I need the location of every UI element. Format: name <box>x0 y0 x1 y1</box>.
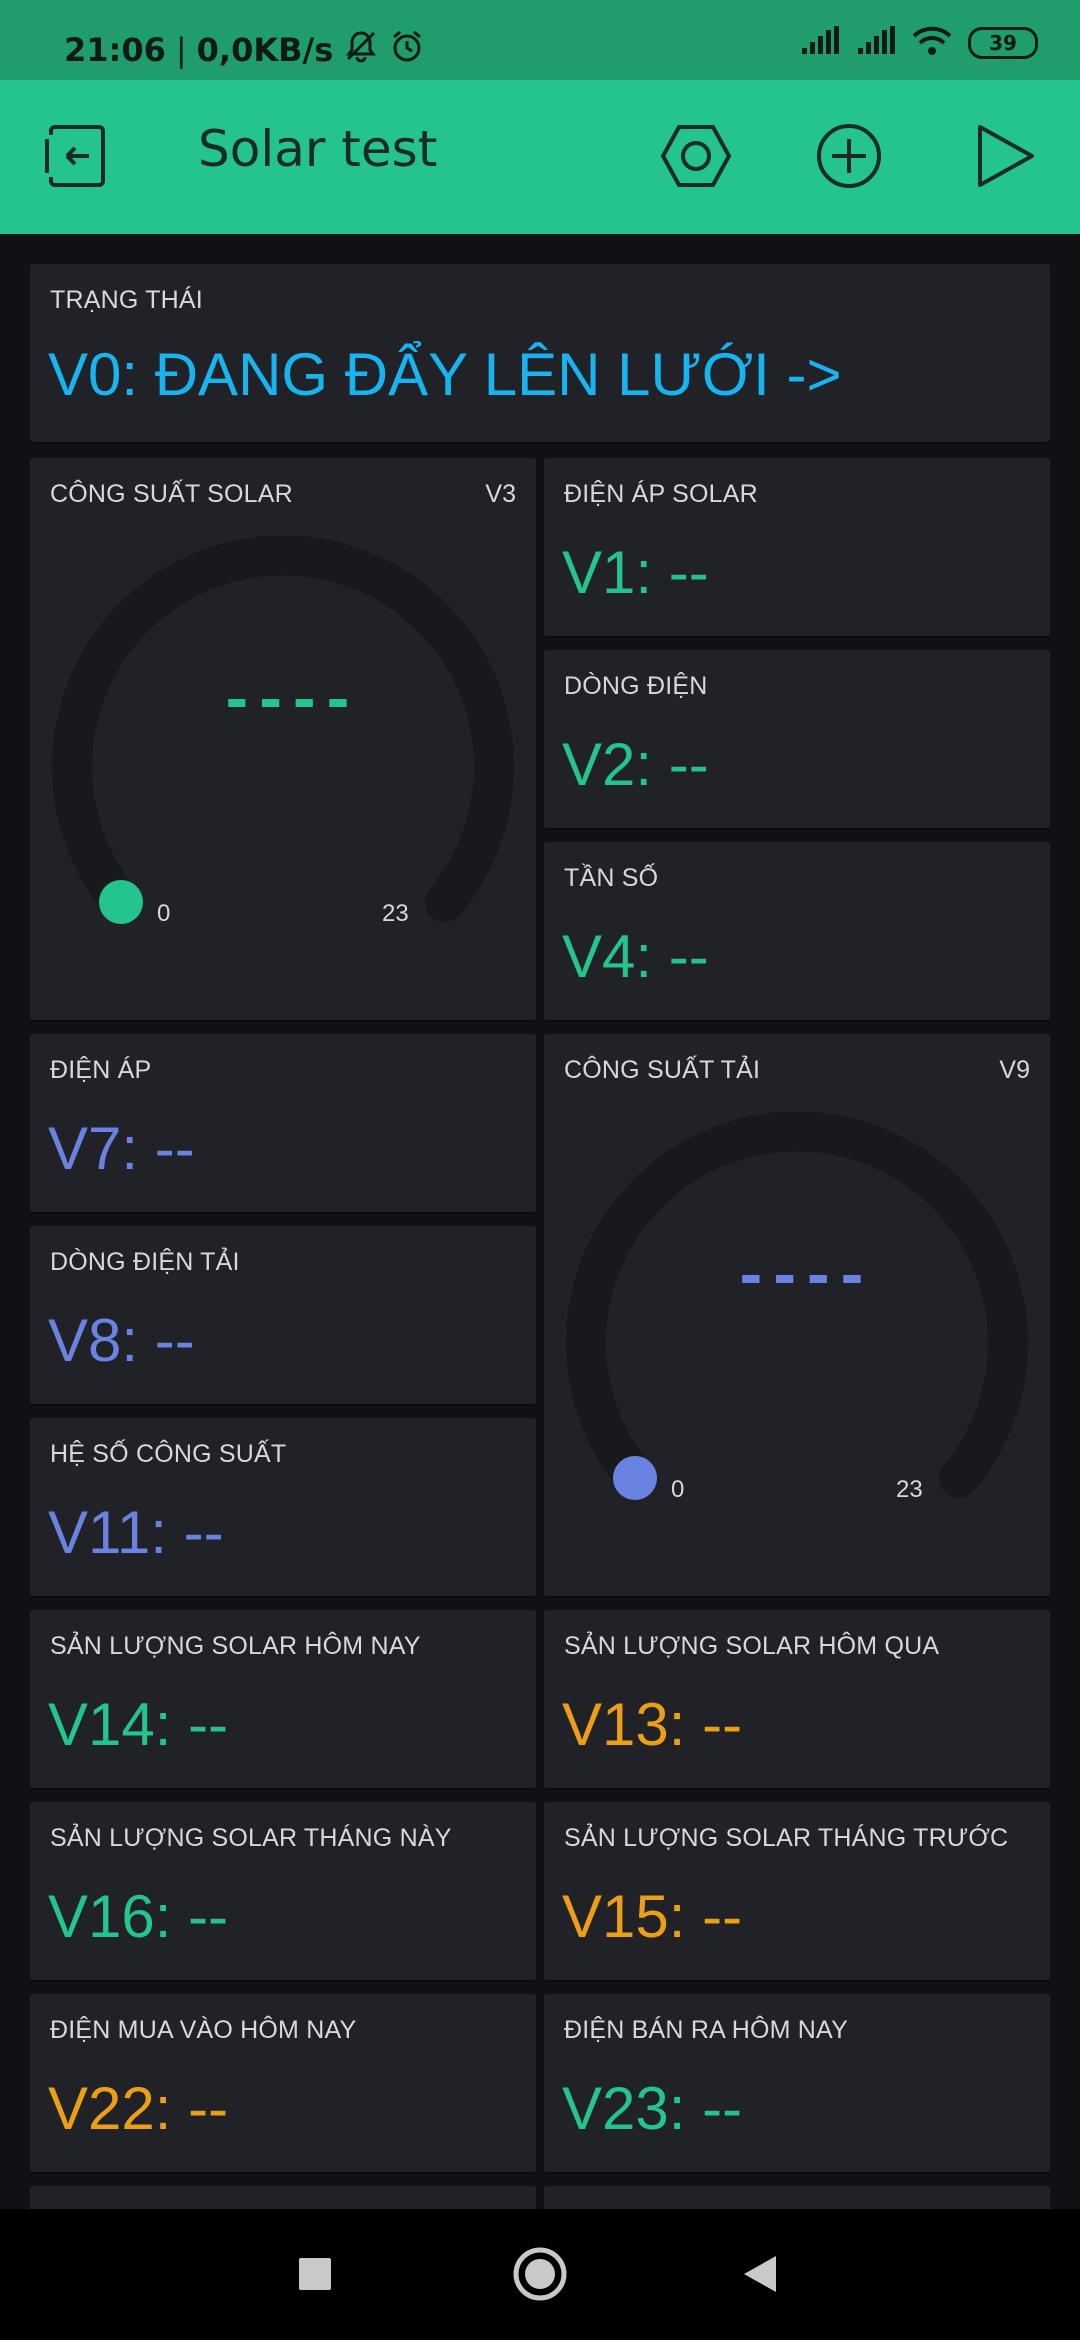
alarm-icon <box>389 28 425 72</box>
exit-icon[interactable] <box>38 118 114 194</box>
widget-power-factor[interactable]: HỆ SỐ CÔNG SUẤT V11: -- <box>30 1418 536 1596</box>
widget-label: HỆ SỐ CÔNG SUẤT <box>50 1440 287 1468</box>
widget-load-current[interactable]: DÒNG ĐIỆN TẢI V8: -- <box>30 1226 536 1404</box>
dashboard[interactable]: TRẠNG THÁI V0: ĐANG ĐẨY LÊN LƯỚI -> CÔNG… <box>0 234 1080 2209</box>
gauge-arc <box>52 535 514 924</box>
gauge-indicator <box>613 1456 657 1500</box>
gauge-min: 0 <box>157 900 171 927</box>
widget-label: DÒNG ĐIỆN <box>564 672 708 700</box>
widget-value: V4: -- <box>562 923 709 990</box>
signal-icon <box>856 26 896 60</box>
widget-bought-today[interactable]: ĐIỆN MUA VÀO HÔM NAY V22: -- <box>30 1994 536 2172</box>
status-bar: 21:06 | 0,0KB/s 39 <box>0 0 1080 80</box>
widget-label: ĐIỆN ÁP <box>50 1056 152 1084</box>
widget-next-row-right[interactable] <box>544 2186 1050 2209</box>
gauge-indicator <box>99 880 143 924</box>
widget-value: V23: -- <box>562 2075 743 2142</box>
back-triangle-icon[interactable] <box>725 2239 795 2309</box>
widget-label: ĐIỆN BÁN RA HÔM NAY <box>564 2016 848 2044</box>
app-toolbar: Solar test <box>0 80 1080 234</box>
widget-solar-voltage[interactable]: ĐIỆN ÁP SOLAR V1: -- <box>544 458 1050 636</box>
status-net-speed: 0,0KB/s <box>196 31 334 69</box>
widget-solar-power-gauge[interactable]: CÔNG SUẤT SOLAR V3 ---- 0 23 <box>30 458 536 1020</box>
widget-value: V7: -- <box>48 1115 195 1182</box>
widget-load-power-gauge[interactable]: CÔNG SUẤT TẢI V9 ---- 0 23 <box>544 1034 1050 1596</box>
status-left: 21:06 | 0,0KB/s <box>64 28 425 72</box>
widget-frequency[interactable]: TẦN SỐ V4: -- <box>544 842 1050 1020</box>
widget-label: ĐIỆN ÁP SOLAR <box>564 480 758 508</box>
widget-value: V0: ĐANG ĐẨY LÊN LƯỚI -> <box>48 341 842 408</box>
wifi-icon <box>912 26 952 60</box>
widget-solar-yesterday[interactable]: SẢN LƯỢNG SOLAR HÔM QUA V13: -- <box>544 1610 1050 1788</box>
widget-value: V22: -- <box>48 2075 229 2142</box>
mute-bell-icon <box>343 28 379 72</box>
widget-label: SẢN LƯỢNG SOLAR THÁNG NÀY <box>50 1824 452 1852</box>
status-time: 21:06 <box>64 31 166 69</box>
status-separator: | <box>175 31 187 69</box>
widget-value: V8: -- <box>48 1307 195 1374</box>
recents-square-icon[interactable] <box>280 2239 350 2309</box>
gauge-max: 23 <box>896 1476 923 1503</box>
widget-solar-last-month[interactable]: SẢN LƯỢNG SOLAR THÁNG TRƯỚC V15: -- <box>544 1802 1050 1980</box>
widget-value: V11: -- <box>48 1499 224 1566</box>
gauge-value: ---- <box>734 1244 869 1309</box>
gauge-arc <box>566 1111 1028 1500</box>
widget-value: V2: -- <box>562 731 709 798</box>
widget-label: TRẠNG THÁI <box>50 286 203 314</box>
widget-label: SẢN LƯỢNG SOLAR HÔM QUA <box>564 1632 940 1660</box>
battery-icon: 39 <box>968 27 1038 59</box>
widget-value: V15: -- <box>562 1883 743 1950</box>
widget-next-row-left[interactable] <box>30 2186 536 2209</box>
widget-value: V1: -- <box>562 539 709 606</box>
gauge-value: ---- <box>220 668 355 733</box>
widget-status[interactable]: TRẠNG THÁI V0: ĐANG ĐẨY LÊN LƯỚI -> <box>30 264 1050 442</box>
widget-label: SẢN LƯỢNG SOLAR THÁNG TRƯỚC <box>564 1824 1009 1852</box>
widget-label: DÒNG ĐIỆN TẢI <box>50 1248 240 1276</box>
widget-label: SẢN LƯỢNG SOLAR HÔM NAY <box>50 1632 421 1660</box>
widget-current[interactable]: DÒNG ĐIỆN V2: -- <box>544 650 1050 828</box>
widget-sold-today[interactable]: ĐIỆN BÁN RA HÔM NAY V23: -- <box>544 1994 1050 2172</box>
gauge-min: 0 <box>671 1476 685 1503</box>
hexagon-settings-icon[interactable] <box>658 118 734 194</box>
widget-value: V16: -- <box>48 1883 229 1950</box>
gauge-max: 23 <box>382 900 409 927</box>
widget-label: TẦN SỐ <box>564 864 659 892</box>
signal-icon <box>800 26 840 60</box>
widget-solar-this-month[interactable]: SẢN LƯỢNG SOLAR THÁNG NÀY V16: -- <box>30 1802 536 1980</box>
play-icon[interactable] <box>965 118 1041 194</box>
widget-label: ĐIỆN MUA VÀO HÔM NAY <box>50 2016 357 2044</box>
system-nav-bar <box>0 2209 1080 2340</box>
status-right: 39 <box>800 26 1038 60</box>
home-circle-icon[interactable] <box>505 2239 575 2309</box>
widget-voltage[interactable]: ĐIỆN ÁP V7: -- <box>30 1034 536 1212</box>
widget-value: V13: -- <box>562 1691 743 1758</box>
project-title: Solar test <box>198 120 438 178</box>
widget-value: V14: -- <box>48 1691 229 1758</box>
add-icon[interactable] <box>811 118 887 194</box>
widget-solar-today[interactable]: SẢN LƯỢNG SOLAR HÔM NAY V14: -- <box>30 1610 536 1788</box>
